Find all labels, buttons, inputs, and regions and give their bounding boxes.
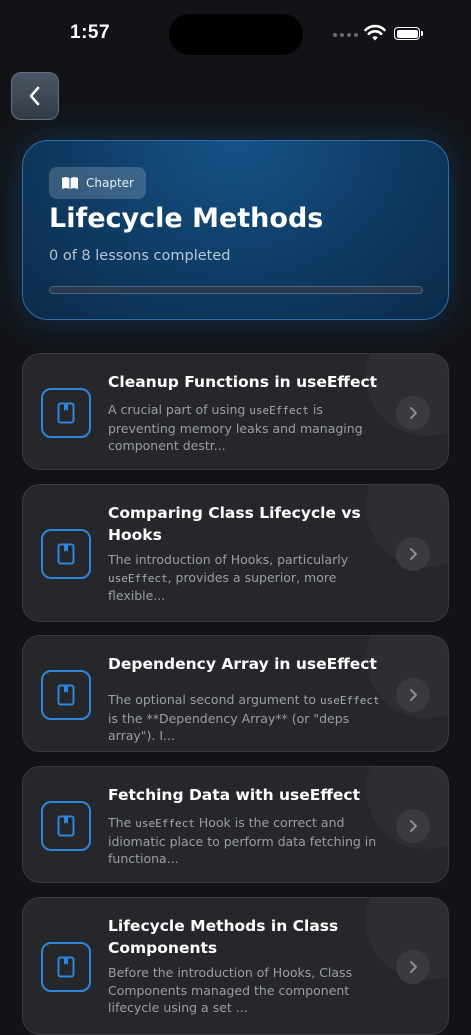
lesson-card[interactable]: Fetching Data with useEffect The useEffe… [22,766,449,883]
lesson-book-icon [41,801,91,851]
chapter-progress-bar [49,286,423,294]
status-bar: 1:57 [0,0,471,70]
chapter-header-card: Chapter Lifecycle Methods 0 of 8 lessons… [22,140,449,320]
lesson-desc-after: is the **Dependency Array** (or "deps ar… [108,710,350,744]
chevron-right-icon[interactable] [396,809,430,843]
lesson-desc-before: A crucial part of using [108,402,250,417]
lesson-desc-code: useEffect [249,404,309,417]
lesson-desc-code: useEffect [320,694,380,707]
lesson-card[interactable]: Lifecycle Methods in Class Components Be… [22,897,449,1035]
chevron-right-icon[interactable] [396,950,430,984]
chevron-right-icon[interactable] [396,396,430,430]
lesson-title: Fetching Data with useEffect [108,786,361,804]
chapter-title: Lifecycle Methods [49,203,324,234]
lesson-description: A crucial part of using useEffect is pre… [108,401,383,455]
book-open-icon [62,177,78,189]
chapter-badge: Chapter [49,167,146,199]
dynamic-island [169,14,303,55]
lesson-description: The useEffect Hook is the correct and id… [108,814,383,868]
cellular-signal-icon [333,33,358,37]
lesson-desc-code: useEffect [108,571,168,585]
lesson-title: Cleanup Functions in useEffect [108,373,378,391]
back-button[interactable] [11,72,59,120]
battery-icon [394,27,423,40]
lesson-card[interactable]: Comparing Class Lifecycle vs Hooks The i… [22,484,449,622]
lesson-card[interactable]: Dependency Array in useEffect The option… [22,635,449,752]
lesson-book-icon [41,670,91,720]
lesson-card[interactable]: Cleanup Functions in useEffect A crucial… [22,353,449,470]
lesson-book-icon [41,388,91,438]
lesson-title: Lifecycle Methods in Class Components [108,917,339,957]
lessons-progress-text: 0 of 8 lessons completed [49,248,231,264]
lesson-desc-before: The introduction of Hooks, particularly [108,552,349,567]
lesson-book-icon [41,942,91,992]
lesson-title: Dependency Array in useEffect [108,655,377,673]
chapter-badge-label: Chapter [86,176,134,190]
lesson-description: The introduction of Hooks, particularly … [108,551,383,605]
lesson-description: The optional second argument to useEffec… [108,691,383,745]
chevron-right-icon[interactable] [396,537,430,571]
wifi-icon [364,24,386,41]
lesson-title: Comparing Class Lifecycle vs Hooks [108,504,361,544]
lesson-desc-code: useEffect [135,817,195,830]
lesson-book-icon [41,529,91,579]
chevron-right-icon[interactable] [396,678,430,712]
lesson-desc-before: The [108,815,136,830]
status-time: 1:57 [70,22,111,43]
chevron-left-icon [29,86,40,106]
lesson-desc-before: The optional second argument to [108,692,321,707]
lesson-description: Before the introduction of Hooks, Class … [108,964,383,1018]
lesson-desc-before: Before the introduction of Hooks, Class … [108,965,353,1015]
